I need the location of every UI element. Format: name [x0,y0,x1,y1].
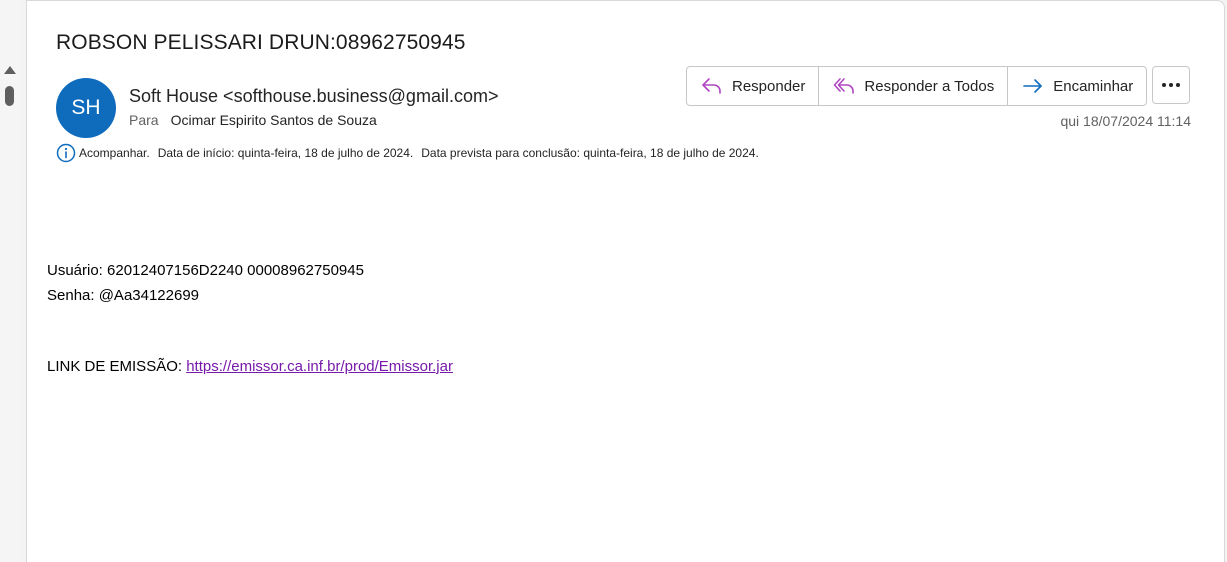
link-label: LINK DE EMISSÃO: [47,358,187,375]
sender-name[interactable]: Soft House <softhouse.business@gmail.com… [129,86,498,107]
recipient-line: Para Ocimar Espirito Santos de Souza [129,112,377,128]
vertical-scrollbar[interactable] [0,0,20,562]
to-label: Para [129,112,159,128]
reply-icon [702,78,721,94]
recipient-name[interactable]: Ocimar Espirito Santos de Souza [171,112,377,128]
reply-all-label: Responder a Todos [864,77,995,95]
forward-label: Encaminhar [1053,77,1134,95]
email-subject: ROBSON PELISSARI DRUN:08962750945 [56,31,466,54]
more-actions-button[interactable] [1152,66,1190,104]
reply-label: Responder [732,77,806,95]
scroll-up-arrow-icon[interactable] [4,66,16,74]
followup-infobar: Acompanhar. Data de início: quinta-feira… [56,143,759,163]
body-password-line: Senha: @Aa34122699 [47,287,200,304]
body-username-line: Usuário: 62012407156D2240 00008962750945 [47,262,364,279]
reading-pane-frame: ROBSON PELISSARI DRUN:08962750945 SH Sof… [0,0,1227,562]
forward-icon [1023,79,1043,93]
followup-start-date: Data de início: quinta-feira, 18 de julh… [157,146,414,160]
reply-all-button[interactable]: Responder a Todos [818,67,1007,105]
info-icon [56,143,76,163]
email-reading-pane: ROBSON PELISSARI DRUN:08962750945 SH Sof… [26,0,1225,562]
reply-button[interactable]: Responder [687,67,818,105]
sender-avatar[interactable]: SH [56,78,116,138]
received-date: qui 18/07/2024 11:14 [1060,113,1191,129]
more-icon [1162,83,1180,87]
followup-due-date: Data prevista para conclusão: quinta-fei… [421,146,759,160]
followup-flag: Acompanhar. [79,146,150,160]
reply-all-icon [834,78,855,94]
message-actions-group: Responder Responder a Todos Encaminhar [686,66,1148,106]
body-link-line: LINK DE EMISSÃO: https://emissor.ca.inf.… [47,358,453,375]
scroll-thumb[interactable] [5,86,14,106]
avatar-initials: SH [71,96,101,119]
forward-button[interactable]: Encaminhar [1007,67,1146,105]
emissor-link[interactable]: https://emissor.ca.inf.br/prod/Emissor.j… [186,358,453,375]
